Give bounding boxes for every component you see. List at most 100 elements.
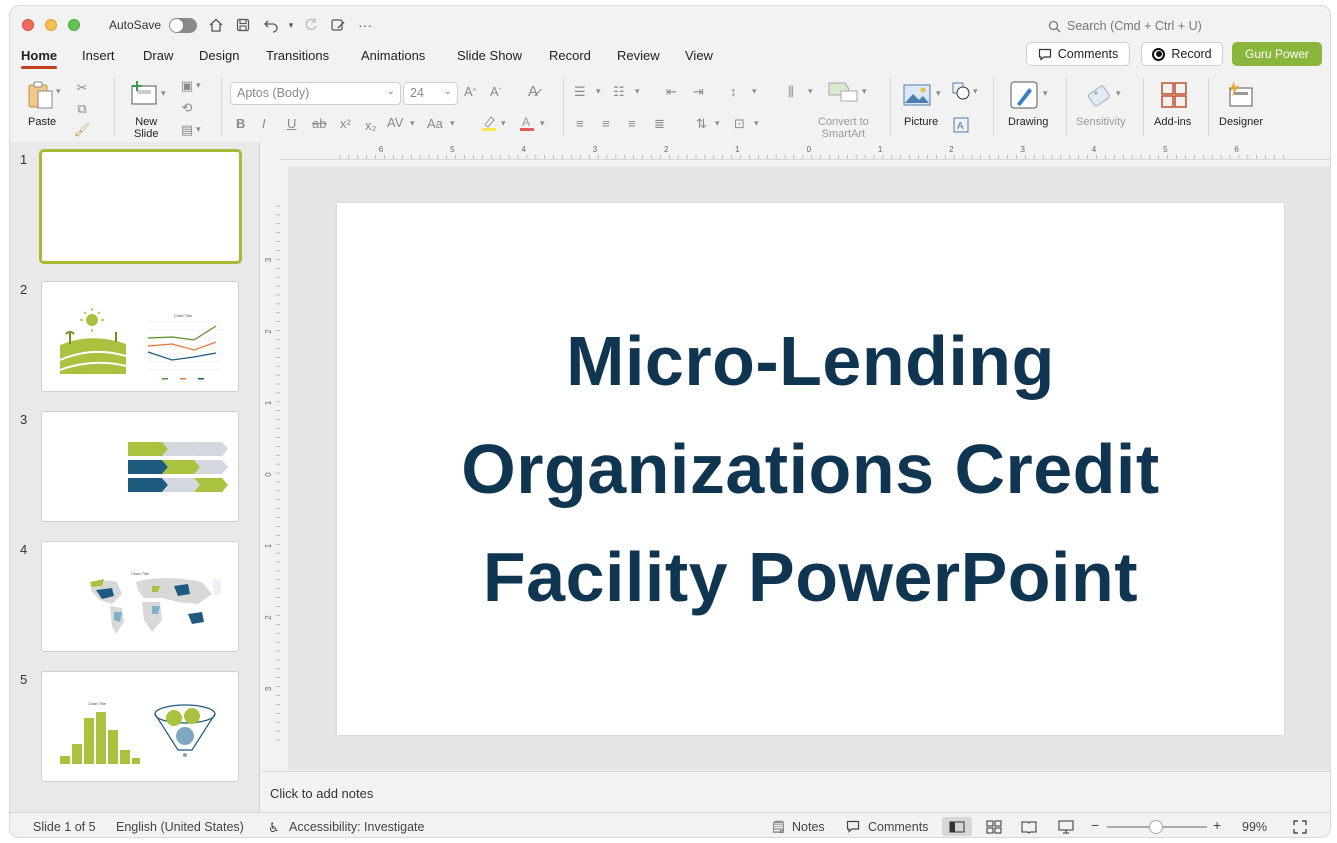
maximize-window-button[interactable] <box>68 19 80 31</box>
columns-icon[interactable]: ⫼ <box>788 84 794 100</box>
comments-button[interactable]: Comments <box>1026 42 1130 66</box>
tab-animations[interactable]: Animations <box>361 48 425 63</box>
format-painter-icon[interactable]: 🖌 <box>74 122 91 138</box>
slide-sorter-icon[interactable] <box>986 820 1002 837</box>
redo-icon[interactable] <box>302 16 320 34</box>
tab-home[interactable]: Home <box>21 48 58 69</box>
sensitivity-icon[interactable] <box>1085 80 1115 110</box>
clear-formatting-icon[interactable]: A̷ <box>528 83 538 100</box>
language-indicator[interactable]: English (United States) <box>116 820 244 834</box>
sensitivity-dropdown-icon[interactable]: ▾ <box>1116 88 1121 99</box>
normal-view-icon[interactable] <box>942 817 972 836</box>
accessibility-status[interactable]: Accessibility: Investigate <box>289 820 424 834</box>
slideshow-quick-icon[interactable] <box>329 16 347 34</box>
paste-dropdown-icon[interactable]: ▾ <box>56 86 61 97</box>
smartart-icon[interactable] <box>826 78 860 104</box>
undo-icon[interactable] <box>262 16 280 34</box>
tab-view[interactable]: View <box>685 48 713 63</box>
designer-icon[interactable] <box>1224 78 1256 110</box>
font-color-icon[interactable]: A <box>518 114 536 132</box>
save-icon[interactable] <box>234 16 252 34</box>
tab-transitions[interactable]: Transitions <box>266 48 329 63</box>
italic-icon[interactable]: I <box>262 116 266 131</box>
tab-design[interactable]: Design <box>199 48 239 63</box>
decrease-indent-icon[interactable]: ⇤ <box>666 84 677 100</box>
tab-insert[interactable]: Insert <box>82 48 115 63</box>
comments-status-icon[interactable] <box>846 820 860 836</box>
bullets-dropdown-icon[interactable]: ▾ <box>596 86 601 97</box>
slide-title[interactable]: Micro-Lending Organizations Credit Facil… <box>411 307 1211 631</box>
align-left-icon[interactable]: ≡ <box>576 116 584 131</box>
drawing-dropdown-icon[interactable]: ▾ <box>1043 88 1048 99</box>
align-text-icon[interactable]: ⊡ <box>734 116 745 132</box>
change-case-dropdown-icon[interactable]: ▾ <box>450 118 455 129</box>
increase-font-icon[interactable]: A ^ <box>464 84 476 99</box>
home-icon[interactable] <box>207 16 225 34</box>
cut-icon[interactable]: ✂ <box>74 80 90 96</box>
highlight-icon[interactable] <box>480 114 498 132</box>
undo-dropdown-icon[interactable]: ▾ <box>282 16 300 34</box>
section-icon[interactable]: ▤ <box>178 122 196 138</box>
notes-icon[interactable]: 🗒 <box>771 820 786 834</box>
zoom-out-icon[interactable]: − <box>1091 817 1099 833</box>
text-box-icon[interactable]: A <box>952 116 970 134</box>
section-dropdown-icon[interactable]: ▾ <box>196 124 201 135</box>
accessibility-icon[interactable]: ♿ <box>268 820 280 836</box>
reading-view-icon[interactable] <box>1021 820 1037 837</box>
new-slide-icon[interactable] <box>128 78 160 110</box>
decrease-font-icon[interactable]: Aˇ <box>490 84 501 99</box>
justify-icon[interactable]: ≣ <box>654 116 665 132</box>
picture-icon[interactable] <box>902 82 932 108</box>
slide-thumbnail-4[interactable]: Chart Title <box>41 541 239 652</box>
align-right-icon[interactable]: ≡ <box>628 116 636 131</box>
smartart-dropdown-icon[interactable]: ▾ <box>862 86 867 97</box>
zoom-slider-handle[interactable] <box>1149 820 1163 834</box>
bold-icon[interactable]: B <box>236 116 245 131</box>
numbering-dropdown-icon[interactable]: ▾ <box>635 86 640 97</box>
change-case-icon[interactable]: Aa <box>427 116 443 131</box>
paste-icon[interactable] <box>24 78 58 112</box>
superscript-icon[interactable]: x² <box>340 116 351 131</box>
font-color-dropdown-icon[interactable]: ▾ <box>540 118 545 129</box>
notes-pane[interactable]: Click to add notes <box>262 771 1330 811</box>
tab-review[interactable]: Review <box>617 48 660 63</box>
align-center-icon[interactable]: ≡ <box>602 116 610 131</box>
text-direction-icon[interactable]: ⇅ <box>696 116 707 132</box>
record-button[interactable]: Record <box>1141 42 1223 66</box>
font-size-select[interactable]: 24 ⌄ <box>403 82 458 105</box>
tab-record[interactable]: Record <box>549 48 591 63</box>
autosave-toggle[interactable] <box>169 18 197 33</box>
slideshow-view-icon[interactable] <box>1058 820 1074 837</box>
numbering-icon[interactable]: ☷ <box>613 84 625 100</box>
slide-thumbnail-1[interactable] <box>39 149 242 264</box>
reset-icon[interactable]: ⟲ <box>178 100 196 116</box>
strikethrough-icon[interactable]: ab <box>312 116 326 131</box>
character-spacing-dropdown-icon[interactable]: ▾ <box>410 118 415 129</box>
font-name-select[interactable]: Aptos (Body) ⌄ <box>230 82 401 105</box>
align-text-dropdown-icon[interactable]: ▾ <box>754 118 759 129</box>
minimize-window-button[interactable] <box>45 19 57 31</box>
comments-status-button[interactable]: Comments <box>868 820 928 834</box>
shapes-icon[interactable] <box>952 82 970 100</box>
bullets-icon[interactable]: ☰ <box>574 84 586 100</box>
close-window-button[interactable] <box>22 19 34 31</box>
more-icon[interactable]: ··· <box>356 16 374 34</box>
layout-dropdown-icon[interactable]: ▾ <box>196 80 201 91</box>
addins-icon[interactable] <box>1159 80 1189 110</box>
current-slide[interactable]: Micro-Lending Organizations Credit Facil… <box>337 203 1284 735</box>
line-spacing-icon[interactable]: ↕ <box>730 84 737 99</box>
copy-icon[interactable]: ⧉ <box>74 101 90 117</box>
drawing-icon[interactable] <box>1008 80 1040 110</box>
increase-indent-icon[interactable]: ⇥ <box>693 84 704 100</box>
text-direction-dropdown-icon[interactable]: ▾ <box>715 118 720 129</box>
line-spacing-dropdown-icon[interactable]: ▾ <box>752 86 757 97</box>
zoom-in-icon[interactable]: + <box>1213 817 1221 833</box>
guru-power-button[interactable]: Guru Power <box>1232 42 1322 66</box>
character-spacing-icon[interactable]: AV <box>387 115 403 130</box>
slide-thumbnail-5[interactable]: Chart Title <box>41 671 239 782</box>
shapes-dropdown-icon[interactable]: ▾ <box>973 86 978 97</box>
tab-slide-show[interactable]: Slide Show <box>457 48 522 63</box>
layout-icon[interactable]: ▣ <box>178 78 196 94</box>
new-slide-dropdown-icon[interactable]: ▾ <box>161 88 166 99</box>
picture-dropdown-icon[interactable]: ▾ <box>936 88 941 99</box>
